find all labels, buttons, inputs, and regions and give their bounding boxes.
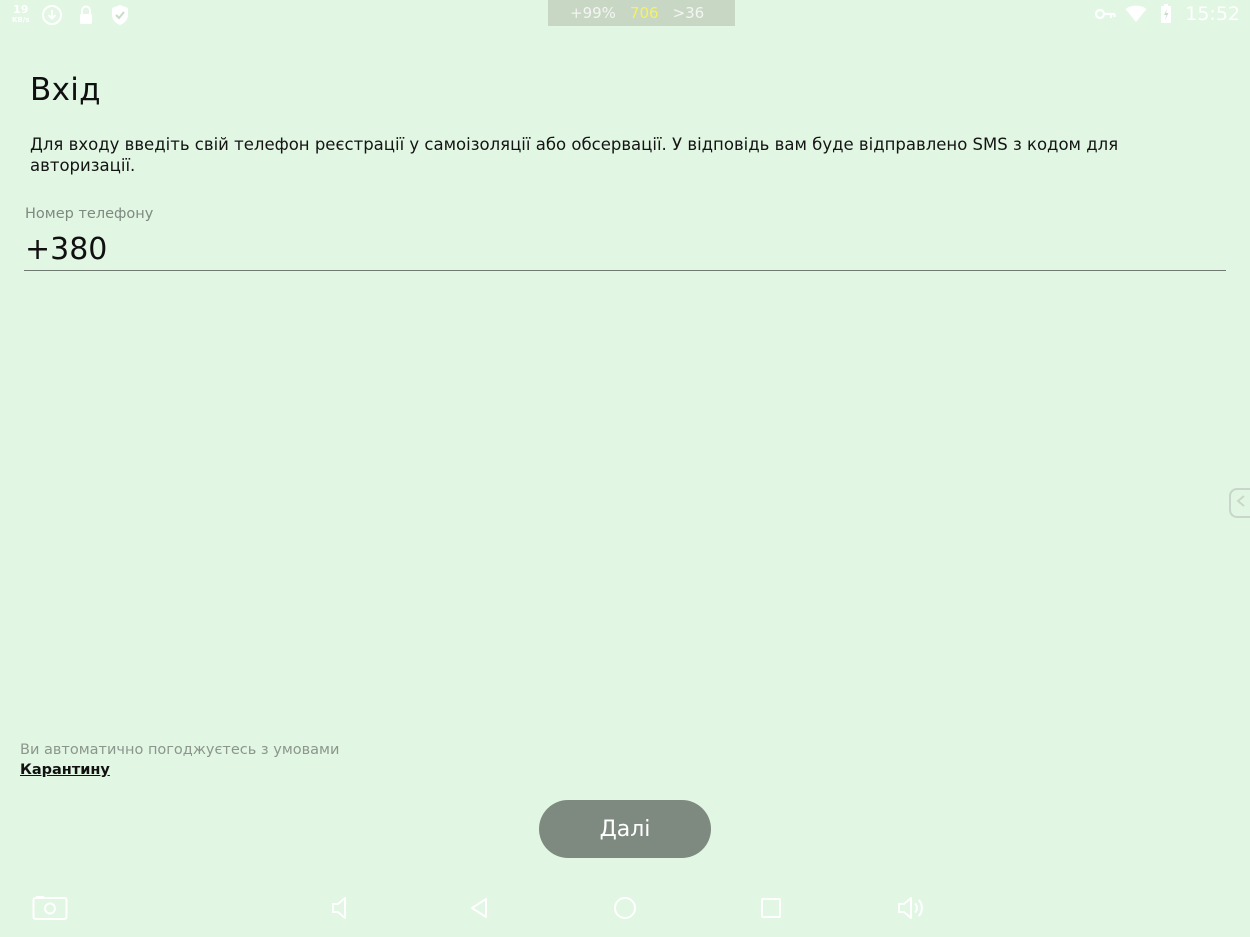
login-description: Для входу введіть свій телефон реєстраці… [30,135,1119,175]
edge-panel-handle[interactable] [1229,488,1250,518]
status-bar: 19 KB/s +99% 706 >36 15:52 [0,0,1250,30]
performance-overlay: +99% 706 >36 [548,0,735,26]
home-icon[interactable] [607,892,643,924]
perf-memory: 706 [629,4,659,22]
wifi-icon [1125,3,1147,25]
next-button[interactable]: Далі [539,800,711,858]
phone-label: Номер телефону [25,206,154,222]
network-speed-icon: 19 KB/s [12,4,30,25]
recents-icon[interactable] [753,892,789,924]
network-speed-unit: KB/s [12,16,30,24]
terms-link[interactable]: Карантину [20,762,110,778]
screenshot-icon[interactable] [32,892,68,924]
page-title: Вхід [30,72,101,108]
perf-fps: >36 [672,4,705,22]
status-bar-left: 19 KB/s [12,4,131,26]
shield-check-icon [109,4,131,26]
vpn-key-icon [1095,3,1117,25]
volume-up-icon[interactable] [894,892,930,924]
navigation-bar [0,880,1250,937]
volume-down-icon[interactable] [322,892,358,924]
clock: 15:52 [1185,3,1240,25]
terms-text: Ви автоматично погоджуєтесь з умовами [20,742,340,758]
status-bar-right: 15:52 [1095,3,1240,25]
perf-cpu: +99% [570,4,616,22]
phone-input[interactable] [24,228,1226,271]
download-icon [41,4,63,26]
battery-icon [1155,3,1177,25]
back-icon[interactable] [461,892,497,924]
lock-icon [75,4,97,26]
chevron-left-icon [1235,494,1246,512]
